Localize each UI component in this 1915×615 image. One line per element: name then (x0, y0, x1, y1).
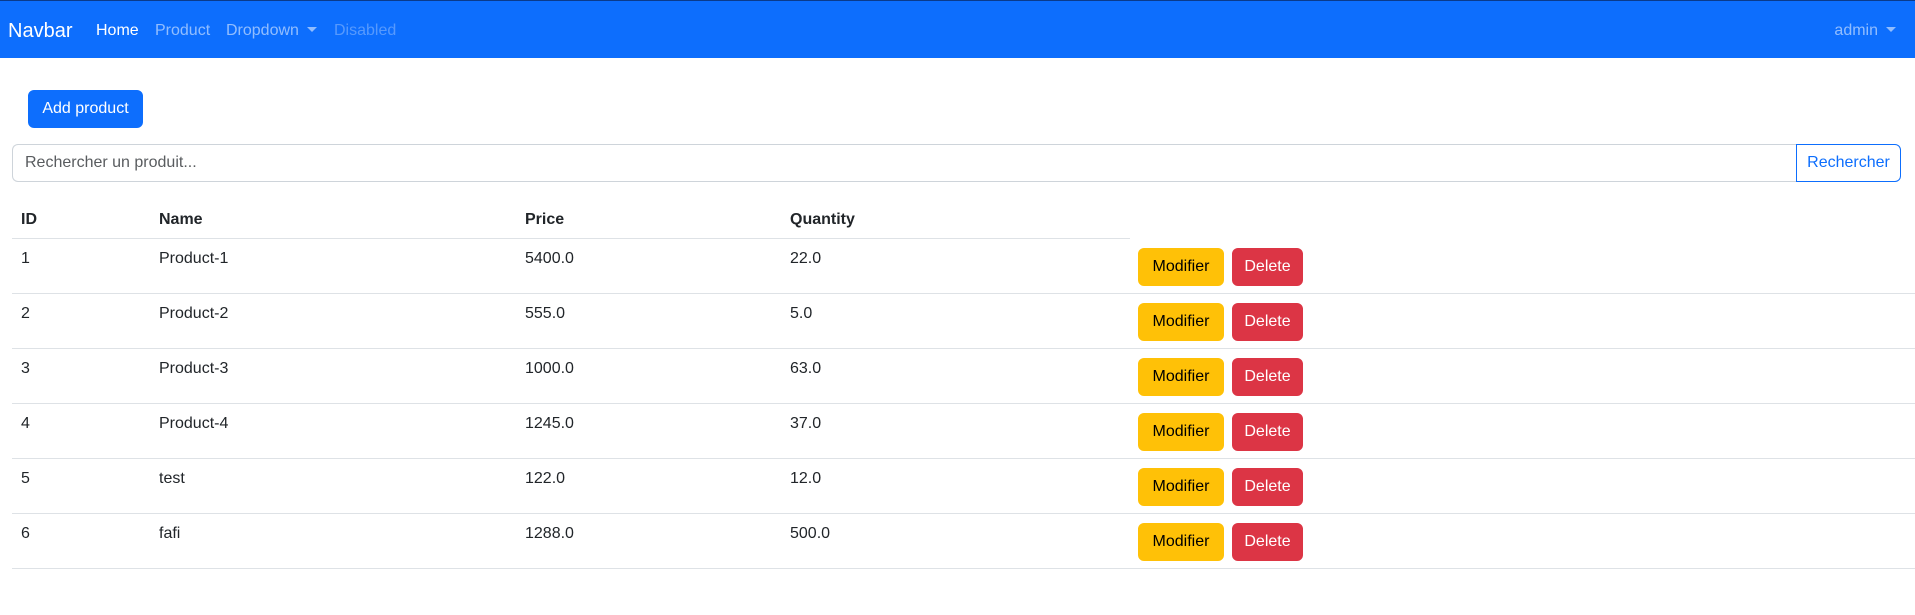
cell-id: 3 (21, 360, 30, 377)
table-row: 4 Product-4 1245.0 37.0 Modifier Delete (12, 404, 1915, 459)
caret-down-icon (306, 27, 317, 32)
search-input[interactable] (12, 144, 1797, 182)
top-navbar: Navbar Home Product Dropdown Disabled ad… (0, 0, 1915, 58)
nav-dropdown-label: Dropdown (226, 22, 299, 39)
delete-button[interactable]: Delete (1232, 413, 1303, 451)
cell-name: Product-2 (159, 305, 229, 322)
header-price: Price (525, 211, 565, 228)
cell-quantity: 22.0 (790, 250, 822, 267)
delete-button[interactable]: Delete (1232, 358, 1303, 396)
modify-button[interactable]: Modifier (1138, 413, 1224, 451)
table-row: 1 Product-1 5400.0 22.0 Modifier Delete (12, 239, 1915, 294)
cell-id: 1 (21, 250, 30, 267)
cell-quantity: 63.0 (790, 360, 822, 377)
cell-quantity: 5.0 (790, 305, 813, 322)
modify-button[interactable]: Modifier (1138, 358, 1224, 396)
products-table: ID Name Price Quantity 1 Product-1 5400.0 2… (12, 200, 1915, 569)
cell-name: Product-4 (159, 415, 229, 432)
search-button[interactable]: Rechercher (1796, 144, 1901, 182)
user-menu-toggle[interactable]: admin (1834, 21, 1896, 41)
modify-button[interactable]: Modifier (1138, 468, 1224, 506)
modify-button[interactable]: Modifier (1138, 523, 1224, 561)
caret-down-icon (1886, 27, 1896, 32)
cell-id: 6 (21, 525, 30, 542)
cell-name: fafi (159, 525, 181, 542)
cell-price: 1245.0 (525, 415, 574, 432)
delete-button[interactable]: Delete (1232, 523, 1303, 561)
cell-price: 1000.0 (525, 360, 574, 377)
cell-name: Product-1 (159, 250, 229, 267)
cell-name: Product-3 (159, 360, 229, 377)
delete-button[interactable]: Delete (1232, 248, 1303, 286)
user-menu-label: admin (1834, 22, 1878, 39)
cell-price: 1288.0 (525, 525, 574, 542)
modify-button[interactable]: Modifier (1138, 303, 1224, 341)
cell-id: 5 (21, 470, 30, 487)
delete-button[interactable]: Delete (1232, 468, 1303, 506)
table-row: 5 test 122.0 12.0 Modifier Delete (12, 459, 1915, 514)
table-header: ID Name Price Quantity (12, 200, 1915, 239)
table-row: 2 Product-2 555.0 5.0 Modifier Delete (12, 294, 1915, 349)
cell-quantity: 37.0 (790, 415, 822, 432)
navbar-brand[interactable]: Navbar (8, 19, 72, 43)
add-product-button[interactable]: Add product (28, 90, 143, 128)
header-quantity: Quantity (790, 211, 855, 228)
cell-id: 2 (21, 305, 30, 322)
delete-button[interactable]: Delete (1232, 303, 1303, 341)
modify-button[interactable]: Modifier (1138, 248, 1224, 286)
table-body: 1 Product-1 5400.0 22.0 Modifier Delete 2 Produ… (12, 239, 1915, 569)
cell-id: 4 (21, 415, 30, 432)
header-id: ID (21, 211, 37, 228)
header-name: Name (159, 211, 203, 228)
cell-quantity: 500.0 (790, 525, 831, 542)
nav-link-product[interactable]: Product (155, 21, 210, 41)
cell-price: 5400.0 (525, 250, 574, 267)
nav-link-disabled: Disabled (334, 22, 397, 39)
table-row: 3 Product-3 1000.0 63.0 Modifier Delete (12, 349, 1915, 404)
cell-price: 555.0 (525, 305, 566, 322)
table-row: 6 fafi 1288.0 500.0 Modifier Delete (12, 514, 1915, 569)
cell-quantity: 12.0 (790, 470, 822, 487)
cell-name: test (159, 470, 185, 487)
cell-price: 122.0 (525, 470, 566, 487)
nav-link-home[interactable]: Home (96, 21, 139, 41)
nav-dropdown-toggle[interactable]: Dropdown (226, 21, 317, 41)
